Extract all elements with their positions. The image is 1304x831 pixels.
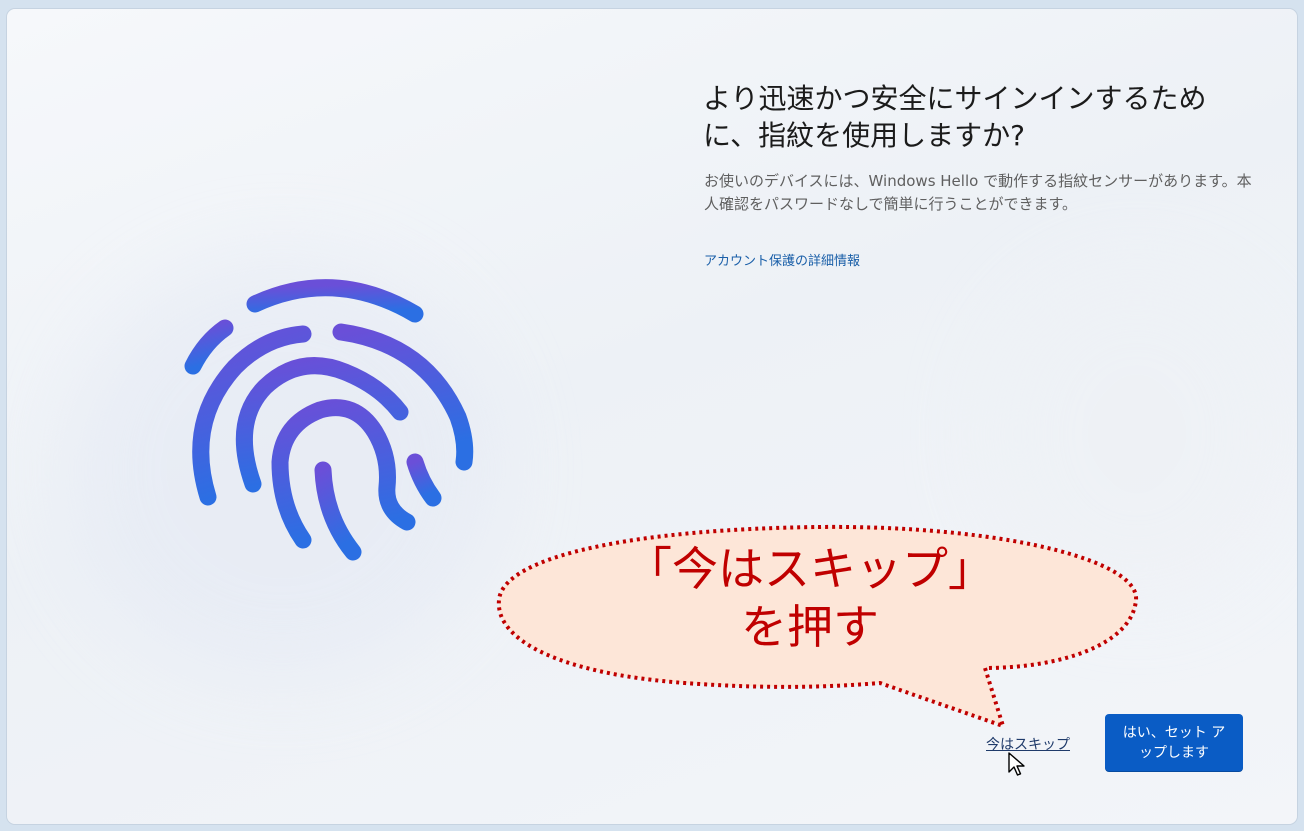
account-protection-link[interactable]: アカウント保護の詳細情報 [704, 250, 860, 269]
mouse-cursor-icon [1008, 752, 1025, 776]
callout-line-1: 「今はスキップ」 [626, 542, 994, 596]
fingerprint-icon [184, 279, 474, 561]
setup-button[interactable]: はい、セット アップします [1105, 714, 1243, 771]
callout-line-2: を押す [741, 600, 879, 654]
page-description: お使いのデバイスには、Windows Hello で動作する指紋センサーがありま… [704, 172, 1252, 213]
callout-text: 「今はスキップ」 を押す [560, 540, 1060, 656]
page-title: より迅速かつ安全にサインインするために、指紋を使用しますか? [703, 82, 1207, 152]
skip-button[interactable]: 今はスキップ [986, 734, 1070, 754]
